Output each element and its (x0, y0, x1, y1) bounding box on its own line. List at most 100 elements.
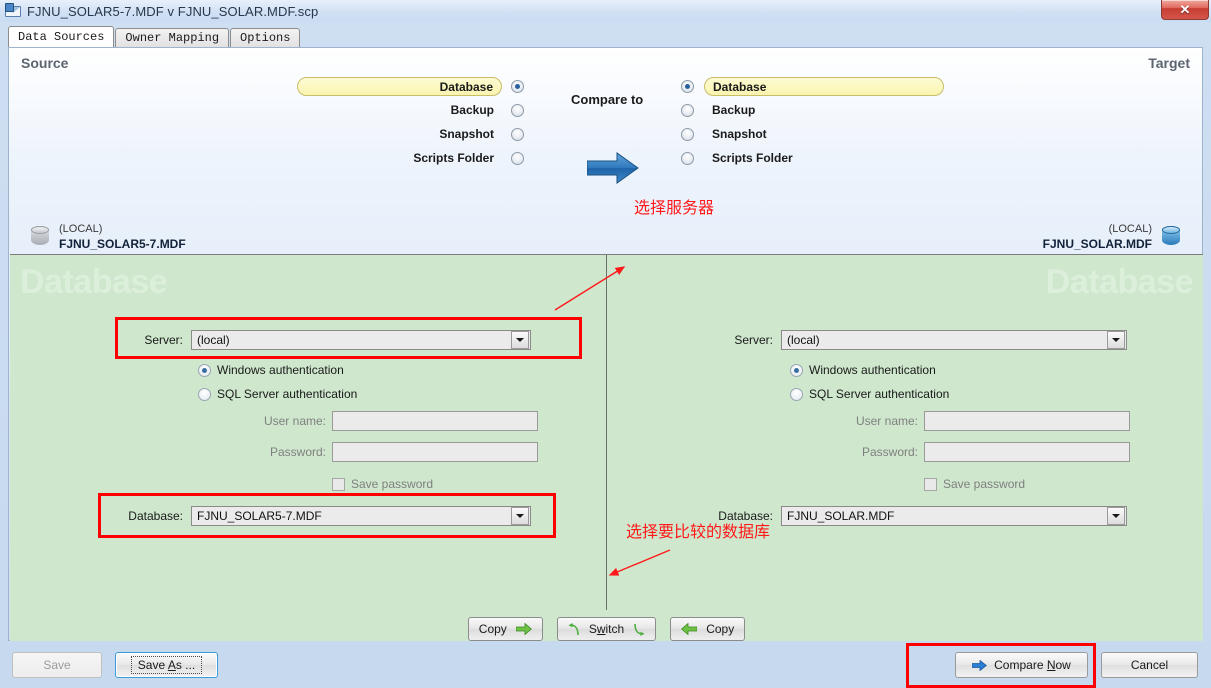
chevron-down-icon[interactable] (1107, 331, 1125, 349)
compare-to-label: Compare to (571, 92, 644, 107)
target-save-password-row[interactable]: Save password (924, 477, 1025, 491)
save-as-label: Save As ... (130, 656, 203, 674)
source-sql-auth-radio[interactable] (198, 387, 211, 401)
dialog-footer: Save Save As ... Compare Now Cancel (0, 641, 1211, 688)
source-option-snapshot[interactable]: Snapshot (249, 122, 524, 146)
arrow-left-icon (681, 623, 698, 635)
target-watermark: Database (1045, 263, 1194, 301)
target-option-scripts-folder-label: Scripts Folder (712, 150, 793, 165)
target-password-input[interactable] (924, 442, 1130, 462)
source-option-database[interactable]: Database (249, 74, 524, 98)
title-bar: FJNU_SOLAR5-7.MDF v FJNU_SOLAR.MDF.scp ✕ (0, 0, 1211, 22)
application-window: FJNU_SOLAR5-7.MDF v FJNU_SOLAR.MDF.scp ✕… (0, 0, 1211, 688)
source-sql-auth-row[interactable]: SQL Server authentication (198, 387, 357, 401)
source-option-scripts-folder-label: Scripts Folder (413, 150, 494, 165)
target-option-backup-radio[interactable] (681, 103, 694, 117)
source-type-selector: Database Backup Snapshot Scripts Folder (249, 74, 524, 170)
source-save-password-checkbox[interactable] (332, 477, 345, 491)
switch-button[interactable]: Switch (556, 617, 657, 641)
source-option-backup[interactable]: Backup (249, 98, 524, 122)
panel-divider (606, 255, 607, 610)
annotation-select-database: 选择要比较的数据库 (626, 522, 771, 541)
target-windows-auth-row[interactable]: Windows authentication (790, 363, 936, 377)
source-sql-auth-label: SQL Server authentication (217, 387, 358, 401)
target-username-row: User name: (782, 411, 1130, 431)
target-database-name: FJNU_SOLAR.MDF (1042, 237, 1152, 251)
target-save-password-checkbox[interactable] (924, 477, 937, 491)
target-option-database-label: Database (704, 76, 944, 96)
target-option-backup-label: Backup (712, 102, 756, 117)
source-username-row: User name: (190, 411, 538, 431)
source-option-database-radio[interactable] (511, 79, 524, 93)
source-username-label: User name: (263, 414, 326, 428)
target-option-snapshot-radio[interactable] (681, 127, 694, 141)
middle-button-row: Copy Switch Copy (10, 617, 1203, 641)
target-database-value: FJNU_SOLAR.MDF (787, 509, 895, 523)
source-option-database-label: Database (297, 76, 502, 96)
target-username-input[interactable] (924, 411, 1130, 431)
tab-owner-mapping[interactable]: Owner Mapping (115, 28, 230, 47)
target-server-label: Server: (734, 333, 773, 347)
source-option-scripts-folder-radio[interactable] (511, 151, 524, 165)
copy-to-source-button[interactable]: Copy (670, 617, 746, 641)
close-icon[interactable]: ✕ (1161, 0, 1209, 20)
cancel-button[interactable]: Cancel (1101, 652, 1198, 678)
annotation-box-server (115, 317, 582, 359)
target-server-combobox[interactable]: (local) (781, 330, 1127, 350)
arrow-curve-left-icon (568, 622, 579, 635)
source-option-scripts-folder[interactable]: Scripts Folder (249, 146, 524, 170)
target-server-value: (local) (787, 333, 820, 347)
target-username-label: User name: (855, 414, 918, 428)
source-password-input[interactable] (332, 442, 538, 462)
source-database-name: FJNU_SOLAR5-7.MDF (59, 237, 186, 251)
source-database-summary: (LOCAL) FJNU_SOLAR5-7.MDF (31, 220, 186, 254)
target-option-snapshot[interactable]: Snapshot (681, 122, 971, 146)
annotation-select-server: 选择服务器 (634, 198, 715, 217)
target-type-selector: Database Backup Snapshot Scripts Folder (681, 74, 971, 170)
compare-direction-arrow-icon (587, 152, 639, 184)
chevron-down-icon[interactable] (1107, 507, 1125, 525)
target-option-backup[interactable]: Backup (681, 98, 971, 122)
source-option-backup-label: Backup (450, 102, 494, 117)
target-sql-auth-label: SQL Server authentication (809, 387, 950, 401)
tab-options[interactable]: Options (230, 28, 301, 47)
target-sql-auth-row[interactable]: SQL Server authentication (790, 387, 949, 401)
source-watermark: Database (20, 263, 168, 301)
target-option-scripts-folder[interactable]: Scripts Folder (681, 146, 971, 170)
target-save-password-label: Save password (943, 477, 1026, 491)
source-option-snapshot-label: Snapshot (439, 126, 494, 141)
target-option-database-radio[interactable] (681, 79, 694, 93)
data-sources-panel: Source Target Database Backup Snapshot S… (8, 47, 1203, 641)
tab-strip: Data Sources Owner Mapping Options (8, 26, 1203, 47)
target-option-database[interactable]: Database (681, 74, 971, 98)
source-windows-auth-radio[interactable] (198, 363, 211, 377)
save-button[interactable]: Save (12, 652, 102, 678)
target-database-summary: (LOCAL) FJNU_SOLAR.MDF (1043, 220, 1180, 254)
target-server-row: Server: (local) (725, 330, 1127, 350)
source-option-snapshot-radio[interactable] (511, 127, 524, 141)
database-cylinder-icon (1162, 226, 1180, 248)
target-database-combobox[interactable]: FJNU_SOLAR.MDF (781, 506, 1127, 526)
target-password-label: Password: (861, 445, 918, 459)
connection-forms-area: Database Database Server: (local) Window… (10, 254, 1203, 641)
target-header: Target (1148, 55, 1190, 71)
target-windows-auth-label: Windows authentication (809, 363, 936, 377)
source-password-row: Password: (190, 442, 538, 462)
target-sql-auth-radio[interactable] (790, 387, 803, 401)
source-option-backup-radio[interactable] (511, 103, 524, 117)
compare-documents-icon (5, 3, 21, 19)
database-cylinder-icon (31, 226, 49, 248)
source-windows-auth-row[interactable]: Windows authentication (198, 363, 344, 377)
source-save-password-row[interactable]: Save password (332, 477, 433, 491)
arrow-right-icon (515, 623, 532, 635)
source-header: Source (21, 55, 69, 71)
copy-to-target-label: Copy (478, 622, 507, 636)
switch-label: Switch (588, 622, 625, 636)
source-username-input[interactable] (332, 411, 538, 431)
tab-data-sources[interactable]: Data Sources (8, 26, 115, 47)
target-server-name: (LOCAL) (1108, 223, 1152, 235)
target-windows-auth-radio[interactable] (790, 363, 803, 377)
save-as-button[interactable]: Save As ... (115, 652, 218, 678)
copy-to-target-button[interactable]: Copy (467, 617, 543, 641)
target-option-scripts-folder-radio[interactable] (681, 151, 694, 165)
